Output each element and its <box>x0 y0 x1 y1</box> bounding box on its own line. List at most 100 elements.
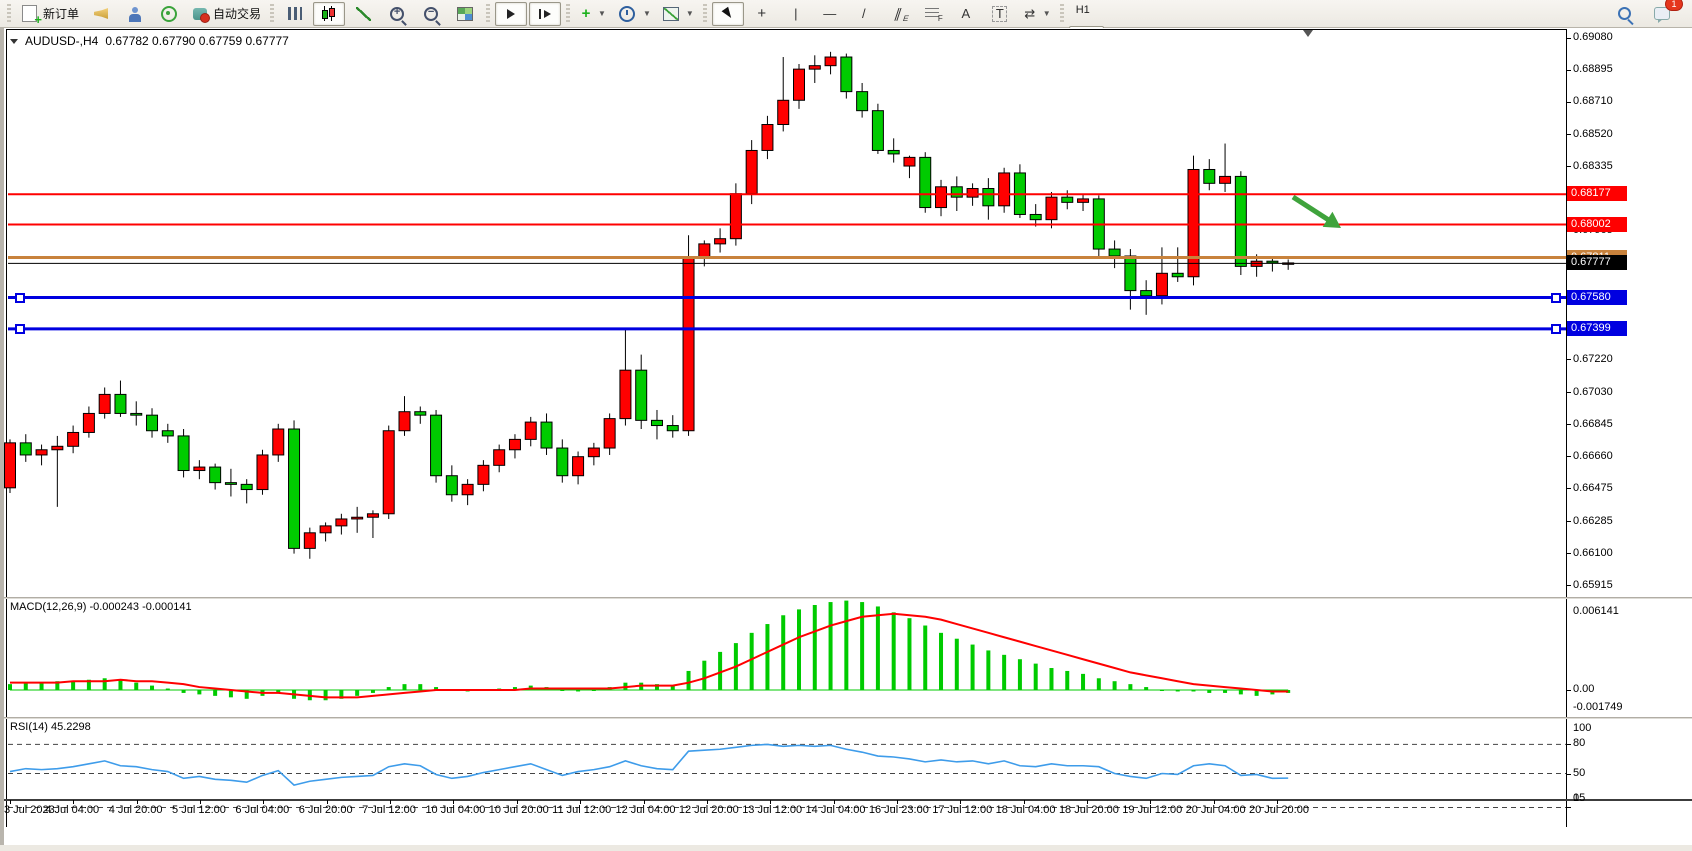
time-axis-label: 20 Jul 20:00 <box>1249 804 1309 816</box>
toolbar-right-group: 1 <box>1608 2 1688 26</box>
cursor-tool-button[interactable] <box>712 2 744 26</box>
hline-handle[interactable] <box>1551 293 1561 303</box>
macd-histogram-bar <box>103 678 107 690</box>
price-axis-tick: 0.69080 <box>1573 31 1613 43</box>
template-icon <box>663 7 679 21</box>
candle-body <box>431 415 442 476</box>
candle-body <box>746 150 757 193</box>
candle-body <box>20 443 31 455</box>
candle-body <box>36 450 47 455</box>
main-toolbar: 新订单 自动交易 + − +▼ ▼ ▼ + | — / ∥ A T ⇄▼ <box>0 0 1692 28</box>
equidistant-channel-icon: ∥ <box>887 5 909 23</box>
trendline-tool-button[interactable]: / <box>848 2 880 26</box>
hline-handle[interactable] <box>15 324 25 334</box>
tile-windows-button[interactable] <box>449 2 481 26</box>
price-line-tag-0.68177: 0.68177 <box>1567 186 1627 201</box>
macd-histogram-bar <box>166 689 170 690</box>
notifications-button[interactable]: 1 <box>1646 2 1678 26</box>
macd-histogram-bar <box>1144 687 1148 690</box>
candle-body <box>809 66 820 69</box>
candle-body <box>5 443 16 488</box>
channel-tool-button[interactable]: ∥ <box>882 2 914 26</box>
indicators-button[interactable]: +▼ <box>575 2 610 26</box>
chart-shift-marker-icon[interactable] <box>1303 30 1313 37</box>
text-tool-button[interactable]: A <box>950 2 982 26</box>
price-axis-tick: 0.66845 <box>1573 418 1613 430</box>
vertical-line-tool-button[interactable]: | <box>780 2 812 26</box>
candle-body <box>857 92 868 111</box>
hline-handle[interactable] <box>1551 324 1561 334</box>
new-order-button[interactable]: 新订单 <box>16 2 83 26</box>
candle-body <box>147 415 158 431</box>
timeframe-button-H1[interactable]: H1 <box>1069 2 1104 26</box>
symbol-period-label: AUDUSD-,H4 <box>25 34 98 48</box>
candle-body <box>573 457 584 476</box>
crosshair-tool-button[interactable]: + <box>746 2 778 26</box>
macd-histogram-bar <box>829 602 833 690</box>
rsi-axis-tick-mark <box>1566 807 1571 808</box>
candlesticks <box>5 52 1294 559</box>
candle-body <box>257 455 268 490</box>
macd-histogram-bar <box>907 618 911 690</box>
time-axis-label: 19 Jul 12:00 <box>1122 804 1182 816</box>
candle-body <box>83 413 94 432</box>
time-axis-label: 5 Jul 12:00 <box>172 804 226 816</box>
search-button[interactable] <box>1608 2 1640 26</box>
price-axis-tick-mark <box>1566 488 1571 489</box>
candlestick-chart-button[interactable] <box>313 2 345 26</box>
periods-button[interactable]: ▼ <box>612 2 655 26</box>
candle-body <box>194 467 205 470</box>
time-axis-label: 7 Jul 12:00 <box>362 804 416 816</box>
time-axis-label: 10 Jul 04:00 <box>425 804 485 816</box>
auto-trading-button[interactable]: 自动交易 <box>187 2 265 26</box>
candle-body <box>715 239 726 244</box>
macd-pane <box>8 601 1290 701</box>
candle-body <box>241 484 252 489</box>
auto-trading-icon <box>193 8 207 20</box>
macd-histogram-bar <box>1002 655 1006 690</box>
time-axis-label: 16 Jul 23:00 <box>869 804 929 816</box>
rsi-axis-tick-mark <box>1566 774 1571 775</box>
price-axis-tick: 0.65915 <box>1573 579 1613 591</box>
chart-dropdown-arrow-icon[interactable] <box>10 39 18 44</box>
price-chart-canvas[interactable] <box>0 28 1692 851</box>
candle-body <box>951 187 962 197</box>
zoom-out-button[interactable]: − <box>415 2 447 26</box>
rsi-axis-tick: 50 <box>1573 767 1585 779</box>
toolbar-grip <box>1060 4 1064 24</box>
chart-window[interactable]: 0.690800.688950.687100.685200.683350.681… <box>0 28 1692 851</box>
alerts-button[interactable] <box>85 2 117 26</box>
chart-shift-button[interactable] <box>529 2 561 26</box>
macd-histogram-bar <box>1081 674 1085 690</box>
candle-body <box>289 429 300 548</box>
candle-body <box>1188 169 1199 276</box>
hline-handle[interactable] <box>15 293 25 303</box>
candle-body <box>225 483 236 485</box>
expert-icon <box>127 6 143 22</box>
candle-body <box>620 370 631 418</box>
candle-body <box>115 394 126 413</box>
macd-histogram-bar <box>1065 671 1069 690</box>
macd-axis-min: -0.001749 <box>1573 701 1623 713</box>
price-axis-tick-mark <box>1566 134 1571 135</box>
fibonacci-tool-button[interactable] <box>916 2 948 26</box>
toolbar-grip <box>270 4 274 24</box>
zoom-in-button[interactable]: + <box>381 2 413 26</box>
text-label-tool-button[interactable]: T <box>984 2 1016 26</box>
macd-histogram-bar <box>892 612 896 690</box>
candle-body <box>841 57 852 92</box>
horizontal-line-icon: — <box>822 5 838 23</box>
arrows-tool-button[interactable]: ⇄▼ <box>1018 2 1055 26</box>
auto-scroll-button[interactable] <box>495 2 527 26</box>
macd-histogram-bar <box>1223 690 1227 693</box>
bar-chart-button[interactable] <box>279 2 311 26</box>
line-chart-button[interactable] <box>347 2 379 26</box>
candle-body <box>1030 214 1041 219</box>
templates-button[interactable]: ▼ <box>657 2 698 26</box>
signals-button[interactable] <box>153 2 185 26</box>
candle-body <box>320 526 331 533</box>
market-watch-button[interactable] <box>119 2 151 26</box>
chart-shift-icon <box>539 9 551 19</box>
horizontal-line-tool-button[interactable]: — <box>814 2 846 26</box>
candle-body <box>794 69 805 100</box>
